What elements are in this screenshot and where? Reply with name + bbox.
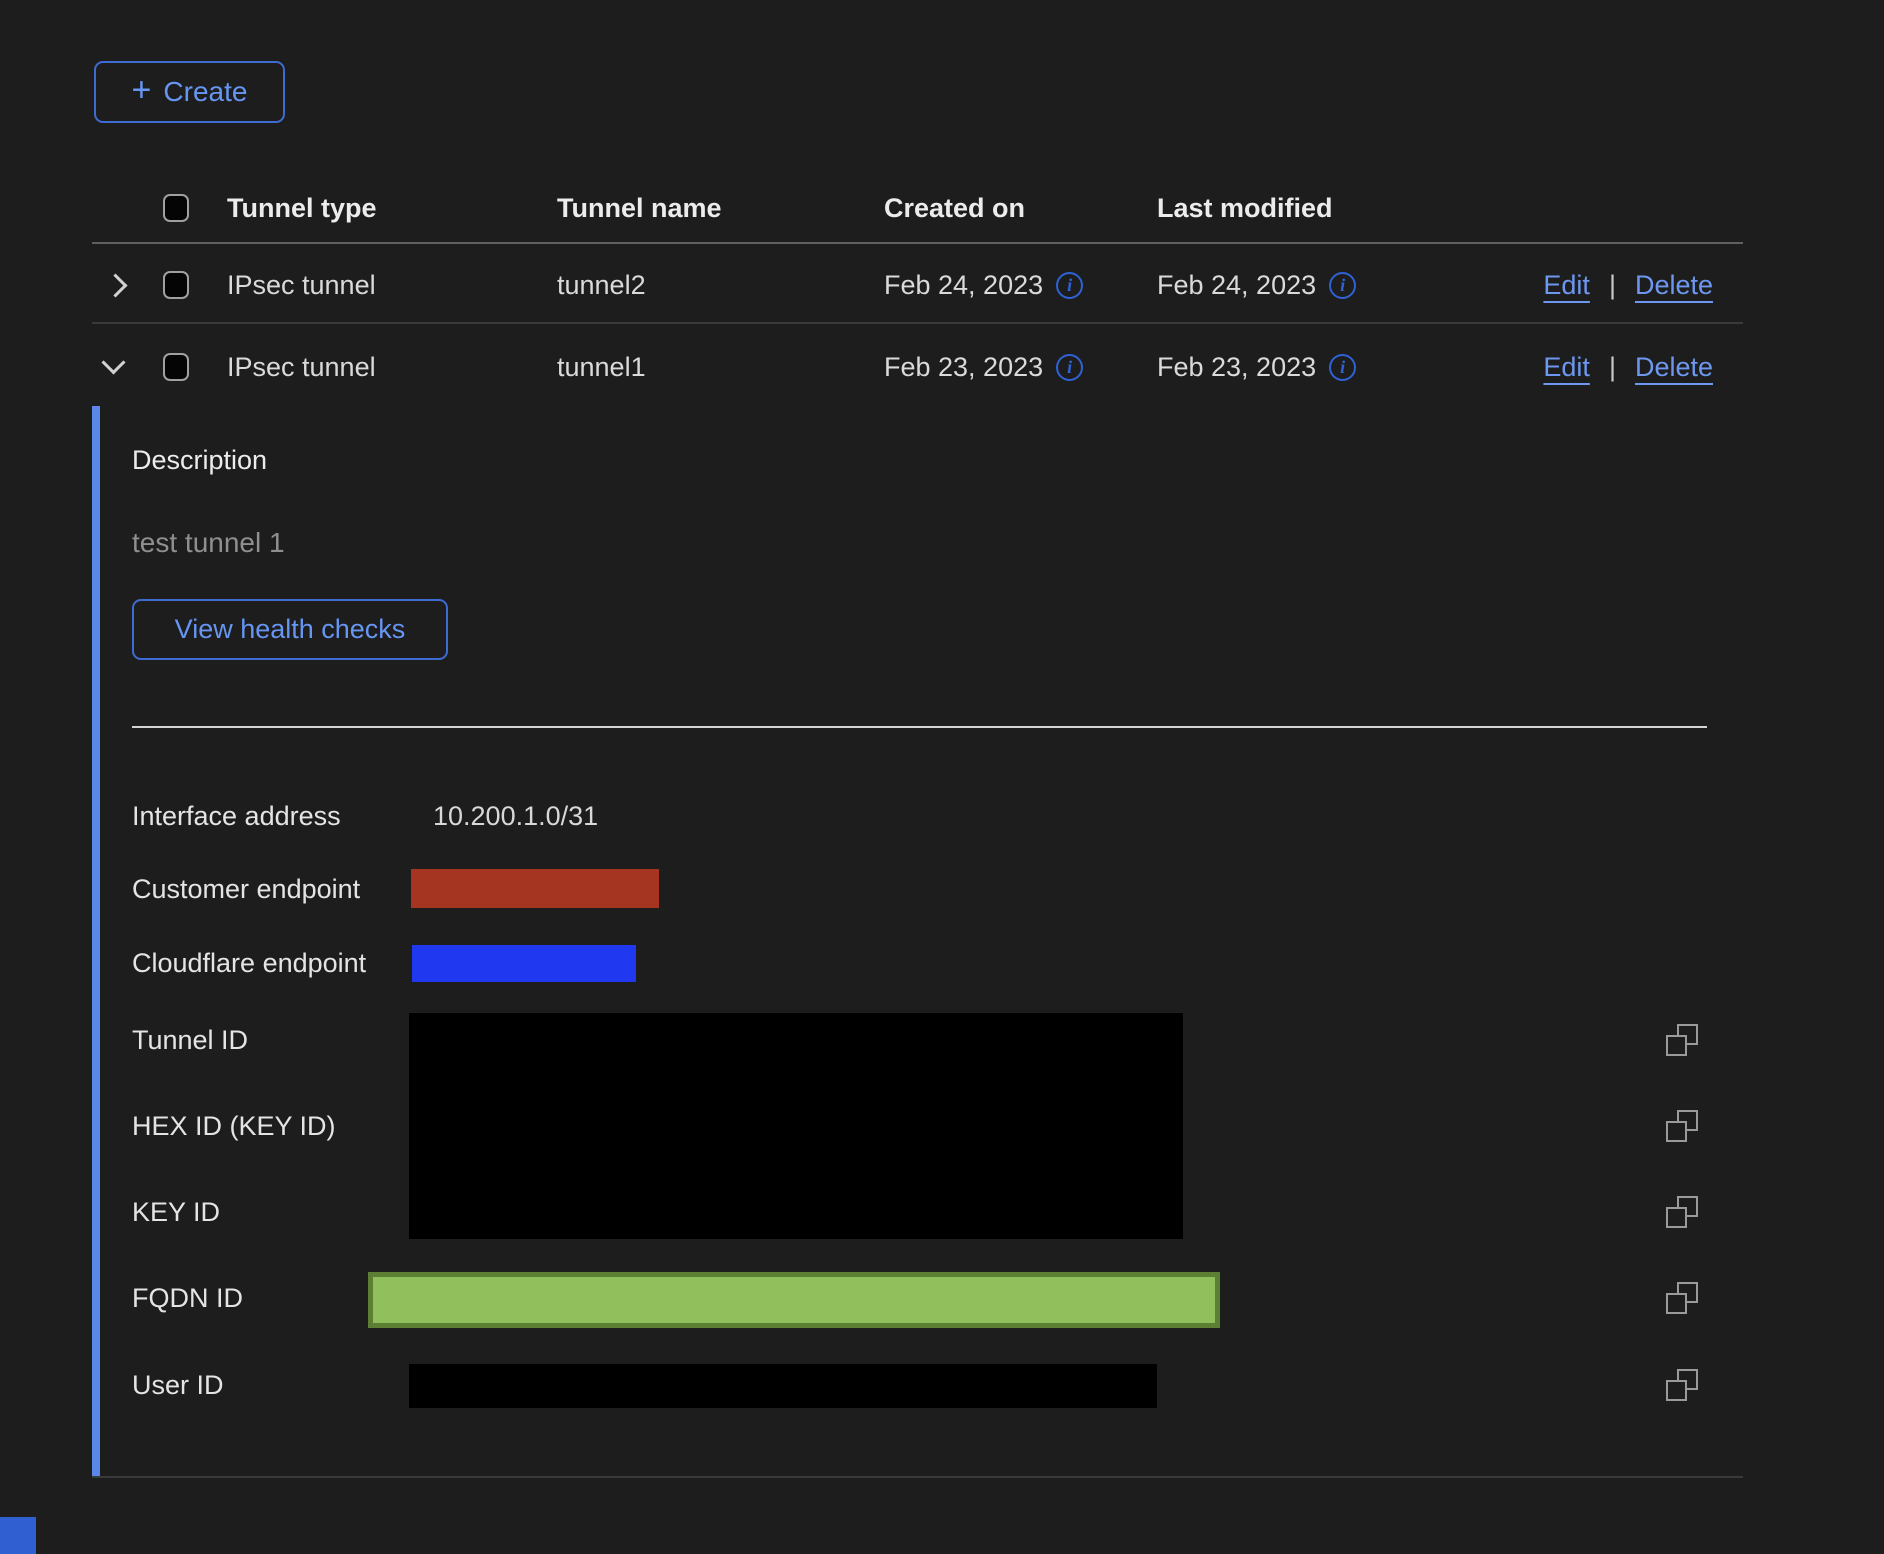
last-modified-date: Feb 24, 2023 xyxy=(1157,271,1316,299)
tunnels-page: + Create Tunnel type Tunnel name Created… xyxy=(0,0,1884,1554)
cloudflare-endpoint-label: Cloudflare endpoint xyxy=(132,949,366,977)
row-actions: Edit | Delete xyxy=(1543,353,1713,381)
column-header-tunnel-type: Tunnel type xyxy=(227,194,377,222)
plus-icon: + xyxy=(132,73,152,107)
last-modified-date: Feb 23, 2023 xyxy=(1157,353,1316,381)
blue-fragment xyxy=(0,1517,36,1554)
edit-link[interactable]: Edit xyxy=(1543,271,1590,299)
user-id-redacted-value xyxy=(409,1364,1157,1408)
panel-divider xyxy=(132,726,1707,728)
view-health-checks-button[interactable]: View health checks xyxy=(132,599,448,660)
column-header-created-on: Created on xyxy=(884,194,1025,222)
copy-icon-front-square xyxy=(1666,1207,1687,1228)
cloudflare-endpoint-redacted-value xyxy=(412,945,636,982)
ids-redacted-values xyxy=(409,1013,1183,1239)
create-button-label: Create xyxy=(163,76,247,108)
row-checkbox-tunnel1[interactable] xyxy=(163,353,189,381)
copy-icon-front-square xyxy=(1666,1293,1687,1314)
tunnel-name-cell: tunnel1 xyxy=(557,353,646,381)
tunnel-type-cell: IPsec tunnel xyxy=(227,353,376,381)
column-header-tunnel-name: Tunnel name xyxy=(557,194,722,222)
description-label: Description xyxy=(132,446,267,474)
tunnel-id-label: Tunnel ID xyxy=(132,1026,248,1054)
select-all-checkbox[interactable] xyxy=(163,194,189,222)
header-divider xyxy=(92,242,1743,244)
last-modified-cell: Feb 24, 2023 i xyxy=(1157,271,1356,299)
copy-icon[interactable] xyxy=(1666,1196,1698,1228)
row-actions: Edit | Delete xyxy=(1543,271,1713,299)
copy-icon[interactable] xyxy=(1666,1369,1698,1401)
action-separator: | xyxy=(1609,353,1616,381)
copy-icon-front-square xyxy=(1666,1035,1687,1056)
copy-icon[interactable] xyxy=(1666,1024,1698,1056)
copy-icon[interactable] xyxy=(1666,1282,1698,1314)
last-modified-cell: Feb 23, 2023 i xyxy=(1157,353,1356,381)
tunnel-type-cell: IPsec tunnel xyxy=(227,271,376,299)
expanded-row-accent-bar xyxy=(92,406,100,1478)
fqdn-id-label: FQDN ID xyxy=(132,1284,243,1312)
info-icon[interactable]: i xyxy=(1329,272,1356,299)
expanded-row-bottom-divider xyxy=(92,1476,1743,1478)
action-separator: | xyxy=(1609,271,1616,299)
info-icon[interactable]: i xyxy=(1056,272,1083,299)
user-id-label: User ID xyxy=(132,1371,224,1399)
created-on-date: Feb 24, 2023 xyxy=(884,271,1043,299)
collapse-chevron-down-icon[interactable] xyxy=(101,350,125,374)
customer-endpoint-redacted-value xyxy=(411,869,659,908)
interface-address-value: 10.200.1.0/31 xyxy=(433,802,598,830)
customer-endpoint-label: Customer endpoint xyxy=(132,875,360,903)
created-on-cell: Feb 24, 2023 i xyxy=(884,271,1083,299)
created-on-cell: Feb 23, 2023 i xyxy=(884,353,1083,381)
copy-icon-front-square xyxy=(1666,1380,1687,1401)
description-value: test tunnel 1 xyxy=(132,529,285,557)
info-icon[interactable]: i xyxy=(1056,354,1083,381)
edit-link[interactable]: Edit xyxy=(1543,353,1590,381)
created-on-date: Feb 23, 2023 xyxy=(884,353,1043,381)
copy-icon[interactable] xyxy=(1666,1110,1698,1142)
row-divider xyxy=(92,322,1743,324)
fqdn-id-redacted-value xyxy=(368,1272,1220,1328)
key-id-label: KEY ID xyxy=(132,1198,220,1226)
column-header-last-modified: Last modified xyxy=(1157,194,1333,222)
delete-link[interactable]: Delete xyxy=(1635,353,1713,381)
delete-link[interactable]: Delete xyxy=(1635,271,1713,299)
info-icon[interactable]: i xyxy=(1329,354,1356,381)
hex-id-label: HEX ID (KEY ID) xyxy=(132,1112,336,1140)
create-button[interactable]: + Create xyxy=(94,61,285,123)
interface-address-label: Interface address xyxy=(132,802,341,830)
copy-icon-front-square xyxy=(1666,1121,1687,1142)
tunnel-name-cell: tunnel2 xyxy=(557,271,646,299)
row-checkbox-tunnel2[interactable] xyxy=(163,271,189,299)
expand-chevron-right-icon[interactable] xyxy=(103,273,127,297)
